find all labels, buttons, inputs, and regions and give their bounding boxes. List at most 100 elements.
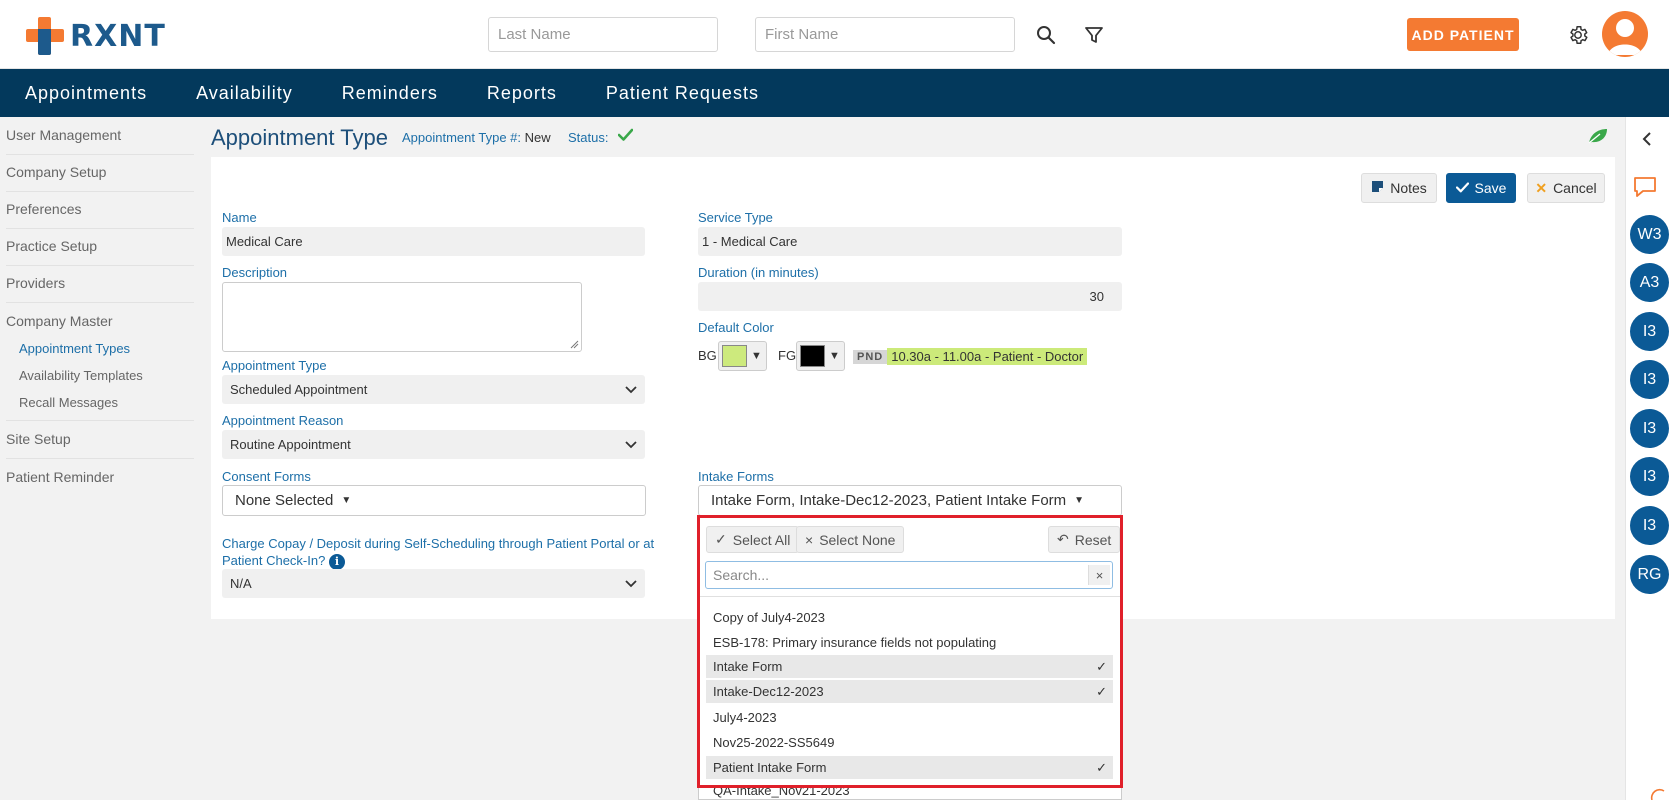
search-icon[interactable] bbox=[1033, 22, 1059, 48]
edit-icon[interactable] bbox=[1650, 787, 1666, 800]
nav-patient-requests[interactable]: Patient Requests bbox=[606, 83, 759, 104]
dropdown-option[interactable]: Intake Form ✓ bbox=[706, 655, 1113, 679]
sidebar-divider bbox=[6, 191, 194, 192]
intake-forms-multiselect[interactable]: Intake Form, Intake-Dec12-2023, Patient … bbox=[698, 485, 1122, 516]
appointment-type-select[interactable]: Scheduled Appointment bbox=[222, 375, 645, 404]
appointment-type-number: Appointment Type #: New bbox=[402, 130, 551, 145]
dropdown-option[interactable]: QA-Intake_Nov21-2023 bbox=[706, 781, 1113, 800]
bg-color-picker[interactable]: ▼ bbox=[718, 341, 767, 371]
rail-badge[interactable]: W3 bbox=[1630, 215, 1669, 254]
top-header: RXNT ADD PATIENT bbox=[0, 0, 1669, 69]
option-label: Patient Intake Form bbox=[713, 760, 827, 775]
cancel-button[interactable]: ✕ Cancel bbox=[1527, 173, 1605, 203]
consent-forms-label: Consent Forms bbox=[222, 469, 311, 484]
check-icon: ✓ bbox=[1096, 683, 1107, 699]
name-label: Name bbox=[222, 210, 257, 225]
sidebar-subitem-recall-messages[interactable]: Recall Messages bbox=[19, 395, 118, 410]
duration-label: Duration (in minutes) bbox=[698, 265, 819, 280]
user-avatar[interactable] bbox=[1602, 11, 1648, 57]
nav-appointments[interactable]: Appointments bbox=[25, 83, 147, 104]
select-all-label: Select All bbox=[732, 531, 791, 548]
gear-icon[interactable] bbox=[1565, 22, 1591, 48]
consent-forms-multiselect[interactable]: None Selected ▼ bbox=[222, 485, 646, 516]
sidebar-item-company-master[interactable]: Company Master bbox=[6, 313, 113, 329]
info-icon[interactable]: i bbox=[328, 553, 345, 570]
name-field[interactable]: Medical Care bbox=[222, 227, 645, 256]
main-nav: Appointments Availability Reminders Repo… bbox=[0, 69, 1669, 117]
dropdown-search-input[interactable] bbox=[705, 561, 1113, 589]
option-label: QA-Intake_Nov21-2023 bbox=[713, 783, 850, 798]
nav-reminders[interactable]: Reminders bbox=[342, 83, 438, 104]
sidebar-divider bbox=[6, 420, 194, 421]
intake-forms-label: Intake Forms bbox=[698, 469, 774, 484]
dropdown-option[interactable]: July4-2023 bbox=[706, 705, 1113, 729]
rail-badge[interactable]: I3 bbox=[1630, 457, 1669, 496]
consent-forms-value: None Selected bbox=[235, 492, 334, 509]
resize-handle-icon[interactable] bbox=[570, 340, 579, 349]
option-label: July4-2023 bbox=[713, 709, 777, 725]
type-number-value: New bbox=[524, 130, 551, 145]
rail-badge[interactable]: I3 bbox=[1630, 360, 1669, 399]
sidebar-subitem-availability-templates[interactable]: Availability Templates bbox=[19, 368, 143, 383]
nav-availability[interactable]: Availability bbox=[196, 83, 293, 104]
copay-select[interactable]: N/A bbox=[222, 569, 645, 598]
dropdown-option[interactable]: Copy of July4-2023 bbox=[706, 605, 1113, 629]
leaf-icon[interactable] bbox=[1587, 127, 1609, 150]
save-check-icon bbox=[1455, 180, 1469, 196]
clear-search-button[interactable]: × bbox=[1088, 565, 1110, 585]
duration-field[interactable]: 30 bbox=[698, 282, 1122, 311]
reset-button[interactable]: ↶ Reset bbox=[1048, 526, 1121, 553]
sidebar-item-preferences[interactable]: Preferences bbox=[6, 201, 81, 217]
appointment-reason-select[interactable]: Routine Appointment bbox=[222, 430, 645, 459]
rail-badge[interactable]: RG bbox=[1630, 555, 1669, 594]
sidebar-divider bbox=[6, 265, 194, 266]
dropdown-option[interactable]: Intake-Dec12-2023 ✓ bbox=[706, 680, 1113, 704]
app-root: RXNT ADD PATIENT Appointments Availabili… bbox=[0, 0, 1669, 800]
nav-reports[interactable]: Reports bbox=[487, 83, 557, 104]
type-number-label: Appointment Type #: bbox=[402, 130, 522, 145]
logo-cross-icon bbox=[26, 17, 64, 55]
select-none-button[interactable]: × Select None bbox=[796, 526, 905, 553]
save-button[interactable]: Save bbox=[1446, 173, 1516, 203]
preview-text: 10.30a - 11.00a - Patient - Doctor bbox=[887, 348, 1088, 365]
dropdown-option[interactable]: Nov25-2022-SS5649 bbox=[706, 730, 1113, 754]
fg-color-picker[interactable]: ▼ bbox=[796, 341, 845, 371]
rail-badge[interactable]: A3 bbox=[1630, 263, 1669, 302]
rxnt-logo[interactable]: RXNT bbox=[26, 16, 166, 56]
preview-badge: PND bbox=[853, 349, 888, 364]
save-label: Save bbox=[1474, 180, 1507, 196]
fg-color-swatch bbox=[800, 345, 825, 367]
select-all-button[interactable]: ✓ Select All bbox=[706, 526, 800, 553]
sidebar-divider bbox=[6, 228, 194, 229]
sidebar-item-providers[interactable]: Providers bbox=[6, 275, 65, 291]
service-type-field[interactable]: 1 - Medical Care bbox=[698, 227, 1122, 256]
filter-icon[interactable] bbox=[1081, 22, 1107, 48]
status-label: Status: bbox=[568, 130, 609, 145]
option-label: Intake-Dec12-2023 bbox=[713, 684, 824, 699]
bg-color-swatch bbox=[722, 345, 747, 367]
sidebar-item-patient-reminder[interactable]: Patient Reminder bbox=[6, 469, 114, 485]
dropdown-option[interactable]: ESB-178: Primary insurance fields not po… bbox=[706, 630, 1113, 654]
sidebar-item-company-setup[interactable]: Company Setup bbox=[6, 164, 106, 180]
first-name-input[interactable] bbox=[755, 17, 1015, 52]
appointment-reason-label: Appointment Reason bbox=[222, 413, 344, 428]
rail-badge[interactable]: I3 bbox=[1630, 312, 1669, 351]
reset-label: Reset bbox=[1074, 531, 1112, 548]
last-name-input[interactable] bbox=[488, 17, 718, 52]
rail-badge[interactable]: I3 bbox=[1630, 506, 1669, 545]
sidebar-subitem-appointment-types[interactable]: Appointment Types bbox=[19, 341, 130, 356]
add-patient-button[interactable]: ADD PATIENT bbox=[1407, 18, 1519, 51]
rail-badge[interactable]: I3 bbox=[1630, 409, 1669, 448]
color-preview: PND 10.30a - 11.00a - Patient - Doctor bbox=[853, 348, 1088, 365]
description-textarea[interactable] bbox=[222, 282, 582, 352]
sidebar-item-practice-setup[interactable]: Practice Setup bbox=[6, 238, 97, 254]
note-icon bbox=[1371, 180, 1384, 196]
service-type-label: Service Type bbox=[698, 210, 773, 225]
chat-icon[interactable] bbox=[1632, 175, 1658, 204]
description-label: Description bbox=[222, 265, 288, 280]
dropdown-option[interactable]: Patient Intake Form ✓ bbox=[706, 756, 1113, 780]
chevron-left-icon[interactable] bbox=[1641, 132, 1653, 151]
sidebar-item-user-management[interactable]: User Management bbox=[6, 127, 121, 143]
sidebar-item-site-setup[interactable]: Site Setup bbox=[6, 431, 71, 447]
notes-button[interactable]: Notes bbox=[1361, 173, 1437, 203]
